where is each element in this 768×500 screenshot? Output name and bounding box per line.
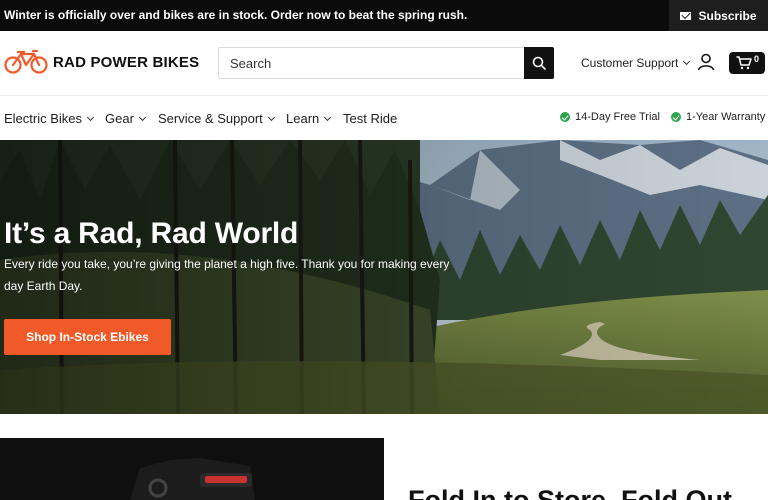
user-icon[interactable] xyxy=(697,53,715,71)
hero-banner: It’s a Rad, Rad World Every ride you tak… xyxy=(0,140,768,414)
chevron-down-icon xyxy=(86,113,95,121)
chevron-down-icon xyxy=(138,113,146,121)
chevron-down-icon xyxy=(267,113,275,121)
cart-icon xyxy=(736,56,752,70)
search-box xyxy=(218,47,554,79)
nav-item-label: Gear xyxy=(105,111,134,126)
nav-item-test-ride[interactable]: Test Ride xyxy=(343,111,397,126)
hero-title: It’s a Rad, Rad World xyxy=(4,217,299,250)
hero-subtitle: Every ride you take, you’re giving the p… xyxy=(4,257,450,293)
chevron-down-icon xyxy=(683,57,691,66)
logo-text: RAD POWER BIKES xyxy=(53,53,200,71)
perk-label: 14-Day Free Trial xyxy=(575,111,660,123)
main-nav: Electric Bikes Gear Service & Support Le… xyxy=(0,95,768,140)
check-circle-icon xyxy=(560,112,570,122)
nav-item-learn[interactable]: Learn xyxy=(286,111,332,126)
nav-item-label: Service & Support xyxy=(158,111,263,126)
folding-bike-image xyxy=(0,438,384,500)
mail-icon xyxy=(680,11,692,20)
nav-item-label: Test Ride xyxy=(343,111,398,126)
search-button[interactable] xyxy=(524,47,554,79)
announcement-bar: Winter is officially over and bikes are … xyxy=(0,0,768,31)
cart-count: 0 xyxy=(753,54,759,64)
nav-item-gear[interactable]: Gear xyxy=(105,111,146,126)
check-circle-icon xyxy=(671,112,681,122)
nav-item-electric-bikes[interactable]: Electric Bikes xyxy=(4,111,95,126)
promo-title: Fold In to Store, Fold Out xyxy=(408,485,732,500)
nav-item-label: Electric Bikes xyxy=(4,111,83,126)
subscribe-button[interactable]: Subscribe xyxy=(669,0,768,31)
customer-support-menu[interactable]: Customer Support xyxy=(581,56,691,70)
nav-item-service-support[interactable]: Service & Support xyxy=(158,111,275,126)
perk-free-trial[interactable]: 14-Day Free Trial xyxy=(560,111,660,123)
bike-rack-image xyxy=(0,438,384,500)
site-header: RAD POWER BIKES Customer Support 0 xyxy=(0,31,768,95)
nav-item-label: Learn xyxy=(286,111,320,126)
perk-warranty[interactable]: 1-Year Warranty xyxy=(671,111,765,123)
search-input[interactable] xyxy=(219,48,524,78)
cart-button[interactable]: 0 xyxy=(729,52,765,74)
shop-in-stock-button[interactable]: Shop In-Stock Ebikes xyxy=(4,319,171,355)
subscribe-label: Subscribe xyxy=(698,8,757,23)
announcement-text: Winter is officially over and bikes are … xyxy=(4,8,468,22)
chevron-down-icon xyxy=(324,113,332,121)
bicycle-icon xyxy=(4,49,48,74)
search-icon xyxy=(532,56,546,70)
logo[interactable]: RAD POWER BIKES xyxy=(4,49,199,75)
customer-support-label: Customer Support xyxy=(581,56,679,70)
perk-label: 1-Year Warranty xyxy=(686,111,766,123)
